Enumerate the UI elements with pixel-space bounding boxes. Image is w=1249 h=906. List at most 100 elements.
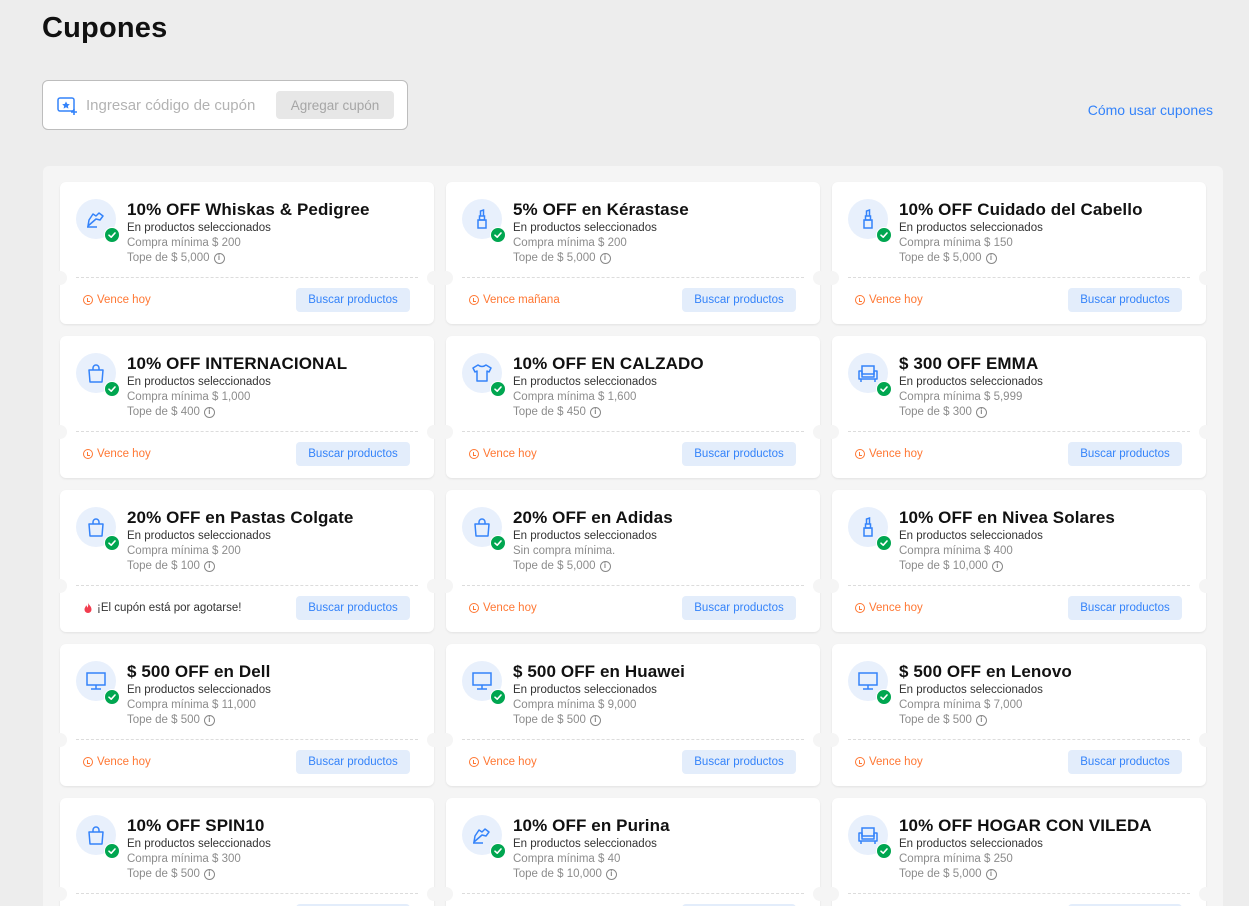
clock-icon [855, 603, 865, 613]
coupon-avatar [462, 353, 506, 397]
search-products-button[interactable]: Buscar productos [296, 596, 410, 620]
coupon-avatar [462, 815, 506, 859]
coupon-title: 20% OFF en Pastas Colgate [127, 508, 354, 527]
clock-icon [855, 757, 865, 767]
coupon-title: 10% OFF EN CALZADO [513, 354, 704, 373]
coupon-title: $ 500 OFF en Dell [127, 662, 271, 681]
lipstick-icon [863, 208, 873, 229]
coupon-status: Vence hoy [855, 756, 923, 768]
search-products-button[interactable]: Buscar productos [682, 596, 796, 620]
coupon-minimum: Compra mínima $ 1,000 [127, 391, 251, 403]
search-products-button[interactable]: Buscar productos [1068, 596, 1182, 620]
check-icon [490, 227, 506, 243]
coupon-status: Vence hoy [83, 448, 151, 460]
search-products-button[interactable]: Buscar productos [1068, 442, 1182, 466]
search-products-button[interactable]: Buscar productos [682, 442, 796, 466]
coupon-cap: Tope de $ 500 i [513, 714, 601, 726]
coupon-subtitle: En productos seleccionados [899, 684, 1043, 696]
dashed-divider [848, 585, 1190, 586]
how-to-use-coupons-link[interactable]: Cómo usar cupones [1088, 102, 1213, 118]
coupon-minimum: Compra mínima $ 11,000 [127, 699, 256, 711]
info-icon[interactable]: i [213, 252, 225, 264]
coupon-card: $ 500 OFF en Dell En productos seleccion… [53, 644, 441, 786]
status-text: Vence hoy [869, 448, 923, 460]
search-products-button[interactable]: Buscar productos [1068, 288, 1182, 312]
coupon-subtitle: En productos seleccionados [513, 684, 657, 696]
page-title: Cupones [42, 12, 168, 44]
check-icon [490, 843, 506, 859]
info-icon[interactable]: i [975, 406, 987, 418]
coupon-minimum: Compra mínima $ 150 [899, 237, 1013, 249]
info-icon[interactable]: i [985, 252, 997, 264]
coupon-cap: Tope de $ 5,000 i [899, 252, 997, 264]
coupon-cap: Tope de $ 10,000 i [899, 560, 1003, 572]
search-products-button[interactable]: Buscar productos [296, 288, 410, 312]
add-coupon-button[interactable]: Agregar cupón [276, 91, 394, 119]
info-icon[interactable]: i [605, 868, 617, 880]
status-text: Vence hoy [97, 448, 151, 460]
info-icon[interactable]: i [975, 714, 987, 726]
status-text: Vence hoy [869, 294, 923, 306]
coupon-card: 10% OFF HOGAR CON VILEDA En productos se… [825, 798, 1213, 906]
search-products-button[interactable]: Buscar productos [682, 750, 796, 774]
coupon-title: 10% OFF Cuidado del Cabello [899, 200, 1143, 219]
coupon-card: 10% OFF EN CALZADO En productos seleccio… [439, 336, 827, 478]
dashed-divider [76, 739, 418, 740]
clock-icon [469, 603, 479, 613]
coupon-status: Vence hoy [469, 756, 537, 768]
coupon-cap: Tope de $ 5,000 i [513, 252, 611, 264]
coupon-subtitle: En productos seleccionados [127, 530, 271, 542]
fire-icon [84, 602, 92, 613]
lipstick-icon [863, 516, 873, 537]
status-text: Vence hoy [483, 448, 537, 460]
armchair-icon [858, 827, 878, 844]
clock-icon [83, 449, 93, 459]
coupon-minimum: Compra mínima $ 250 [899, 853, 1013, 865]
search-products-button[interactable]: Buscar productos [1068, 750, 1182, 774]
coupon-status: Vence hoy [855, 602, 923, 614]
check-icon [876, 843, 892, 859]
info-icon[interactable]: i [589, 406, 601, 418]
coupon-minimum: Compra mínima $ 40 [513, 853, 621, 865]
coupon-code-input[interactable] [86, 96, 276, 114]
coupon-avatar [848, 199, 892, 243]
coupon-avatar [462, 661, 506, 705]
info-icon[interactable]: i [991, 560, 1003, 572]
armchair-icon [858, 365, 878, 382]
status-text: ¡El cupón está por agotarse! [97, 602, 242, 614]
pet-brush-icon [473, 828, 490, 844]
coupon-cap: Tope de $ 450 i [513, 406, 601, 418]
coupon-card: 10% OFF SPIN10 En productos seleccionado… [53, 798, 441, 906]
coupon-subtitle: En productos seleccionados [513, 376, 657, 388]
coupon-card: $ 500 OFF en Lenovo En productos selecci… [825, 644, 1213, 786]
clock-icon [469, 757, 479, 767]
monitor-icon [472, 672, 492, 690]
info-icon[interactable]: i [203, 714, 215, 726]
search-products-button[interactable]: Buscar productos [682, 288, 796, 312]
coupon-subtitle: En productos seleccionados [127, 838, 271, 850]
coupon-subtitle: En productos seleccionados [899, 530, 1043, 542]
coupon-subtitle: En productos seleccionados [899, 376, 1043, 388]
search-products-button[interactable]: Buscar productos [296, 750, 410, 774]
coupon-cap: Tope de $ 500 i [127, 714, 215, 726]
info-icon[interactable]: i [985, 868, 997, 880]
info-icon[interactable]: i [203, 868, 215, 880]
dashed-divider [76, 585, 418, 586]
search-products-button[interactable]: Buscar productos [296, 442, 410, 466]
status-text: Vence mañana [483, 294, 560, 306]
coupon-minimum: Compra mínima $ 9,000 [513, 699, 637, 711]
info-icon[interactable]: i [599, 252, 611, 264]
coupon-avatar [848, 507, 892, 551]
coupon-minimum: Compra mínima $ 400 [899, 545, 1013, 557]
check-icon [876, 535, 892, 551]
coupon-title: 10% OFF en Purina [513, 816, 670, 835]
coupon-cap: Tope de $ 400 i [127, 406, 215, 418]
info-icon[interactable]: i [203, 560, 215, 572]
info-icon[interactable]: i [599, 560, 611, 572]
coupon-cap: Tope de $ 500 i [899, 714, 987, 726]
coupon-minimum: Compra mínima $ 5,999 [899, 391, 1023, 403]
info-icon[interactable]: i [589, 714, 601, 726]
coupon-card: $ 300 OFF EMMA En productos seleccionado… [825, 336, 1213, 478]
clock-icon [855, 449, 865, 459]
info-icon[interactable]: i [203, 406, 215, 418]
